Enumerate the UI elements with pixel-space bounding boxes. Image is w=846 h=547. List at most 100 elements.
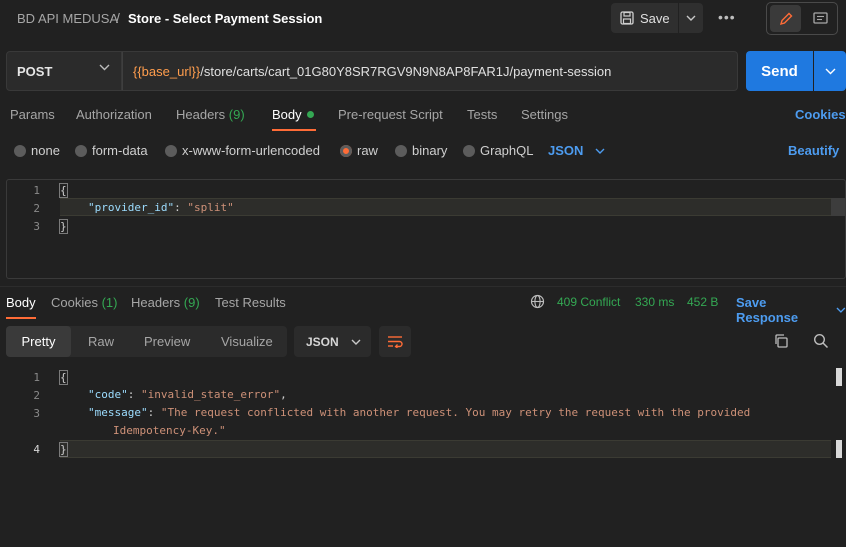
send-button[interactable]: Send (746, 51, 813, 91)
radio-urlencoded[interactable]: x-www-form-urlencoded (165, 143, 320, 158)
code-line-wrapped: Idempotency-Key." (113, 424, 226, 437)
radio-circle (165, 144, 177, 157)
response-tab-cookies[interactable]: Cookies (1) (51, 295, 117, 310)
url-path: /store/carts/cart_01G80Y8SR7RGV9N9N8AP8F… (200, 63, 612, 79)
body-indicator-dot (306, 111, 314, 118)
radio-form-data[interactable]: form-data (75, 143, 148, 158)
editor-scrollbar[interactable] (831, 198, 845, 216)
code-line: "message": "The request conflicted with … (88, 406, 751, 419)
wrap-lines-button[interactable] (379, 326, 411, 357)
json-key: "message" (88, 406, 148, 419)
response-tab-headers-label: Headers (131, 295, 181, 310)
cookies-link[interactable]: Cookies (795, 107, 846, 122)
tab-params[interactable]: Params (10, 107, 55, 122)
response-tab-test-results[interactable]: Test Results (215, 295, 286, 310)
breadcrumb-workspace[interactable]: BD API MEDUSA (17, 11, 118, 26)
line-number: 4 (33, 443, 40, 456)
globe-icon[interactable] (530, 294, 545, 309)
wrap-lines-icon (388, 336, 403, 348)
chevron-down-icon (825, 68, 835, 74)
save-response-label: Save Response (736, 295, 799, 325)
tab-headers-label: Headers (176, 107, 226, 122)
json-value: "split" (187, 201, 234, 214)
body-language-label: JSON (548, 143, 584, 158)
tab-tests[interactable]: Tests (467, 107, 497, 122)
response-tab-body[interactable]: Body (6, 295, 36, 310)
response-language-select[interactable]: JSON (294, 326, 371, 357)
radio-circle (75, 144, 87, 157)
code-line: "code": "invalid_state_error", (88, 388, 287, 401)
tab-body-label: Body (272, 107, 302, 122)
format-pretty-button[interactable]: Pretty (6, 326, 71, 357)
code-open-brace: { (59, 183, 68, 198)
radio-none[interactable]: none (14, 143, 60, 158)
response-language-label: JSON (306, 334, 339, 349)
code-open-brace: { (59, 370, 68, 385)
status-badge[interactable]: 409 Conflict (557, 295, 620, 309)
radio-binary[interactable]: binary (395, 143, 447, 158)
line-number: 3 (33, 220, 40, 233)
http-method-select[interactable]: POST (6, 51, 122, 91)
line-number: 3 (33, 407, 40, 420)
line-number: 1 (33, 371, 40, 384)
active-tab-underline (272, 129, 316, 131)
radio-graphql[interactable]: GraphQL (463, 143, 533, 158)
response-headers-count-badge: (9) (183, 295, 200, 310)
code-close-brace: } (59, 219, 68, 234)
json-value: "The request conflicted with another req… (160, 406, 751, 419)
http-method-label: POST (17, 63, 53, 79)
headers-count-badge: (9) (228, 107, 245, 122)
json-value: "invalid_state_error" (141, 388, 281, 401)
radio-label: binary (412, 143, 448, 158)
request-body-editor[interactable] (6, 179, 846, 279)
json-key: "code" (88, 388, 128, 401)
response-tab-headers[interactable]: Headers (9) (131, 295, 200, 310)
radio-label: form-data (92, 143, 148, 158)
tab-settings[interactable]: Settings (521, 107, 568, 122)
format-raw-button[interactable]: Raw (88, 334, 114, 349)
radio-raw[interactable]: raw (340, 143, 378, 158)
line-number: 2 (33, 389, 40, 402)
url-variable: {{base_url}} (133, 63, 201, 79)
send-dropdown-button[interactable] (814, 51, 846, 91)
more-options-button[interactable]: ••• (718, 9, 736, 25)
response-scrollbar-thumb[interactable] (836, 440, 842, 458)
response-size[interactable]: 452 B (687, 295, 718, 309)
radio-label: none (31, 143, 60, 158)
save-icon (620, 11, 634, 25)
chevron-down-icon (99, 64, 110, 71)
pane-divider[interactable] (0, 286, 846, 287)
response-tab-cookies-label: Cookies (51, 295, 98, 310)
response-time[interactable]: 330 ms (635, 295, 674, 309)
save-response-button[interactable]: Save Response (736, 295, 846, 325)
code-line: "provider_id": "split" (88, 201, 234, 214)
response-scrollbar-thumb[interactable] (836, 368, 842, 386)
save-dropdown-button[interactable] (679, 3, 703, 33)
radio-label: x-www-form-urlencoded (182, 143, 320, 158)
comment-icon (812, 12, 828, 24)
radio-label: GraphQL (480, 143, 534, 158)
url-input[interactable]: {{base_url}}/store/carts/cart_01G80Y8SR7… (122, 51, 738, 91)
copy-icon[interactable] (773, 333, 789, 349)
tab-headers[interactable]: Headers (9) (176, 107, 245, 122)
save-label: Save (640, 10, 670, 26)
format-preview-button[interactable]: Preview (144, 334, 190, 349)
chevron-down-icon (595, 148, 605, 154)
tab-body[interactable]: Body (272, 107, 314, 122)
documentation-button[interactable] (805, 5, 835, 32)
cookies-count-badge: (1) (101, 295, 118, 310)
search-icon[interactable] (813, 333, 829, 349)
format-visualize-button[interactable]: Visualize (221, 334, 273, 349)
chevron-down-icon (836, 307, 846, 313)
tab-prerequest-script[interactable]: Pre-request Script (338, 107, 443, 122)
radio-circle (395, 144, 407, 157)
edit-mode-button[interactable] (770, 5, 801, 32)
radio-circle (463, 144, 475, 157)
page-title[interactable]: Store - Select Payment Session (128, 11, 322, 26)
body-language-select[interactable]: JSON (548, 143, 605, 158)
tab-authorization[interactable]: Authorization (76, 107, 152, 122)
save-button[interactable]: Save (611, 3, 678, 33)
json-key: "provider_id" (88, 201, 175, 214)
beautify-link[interactable]: Beautify (788, 143, 839, 158)
radio-circle (14, 144, 26, 157)
